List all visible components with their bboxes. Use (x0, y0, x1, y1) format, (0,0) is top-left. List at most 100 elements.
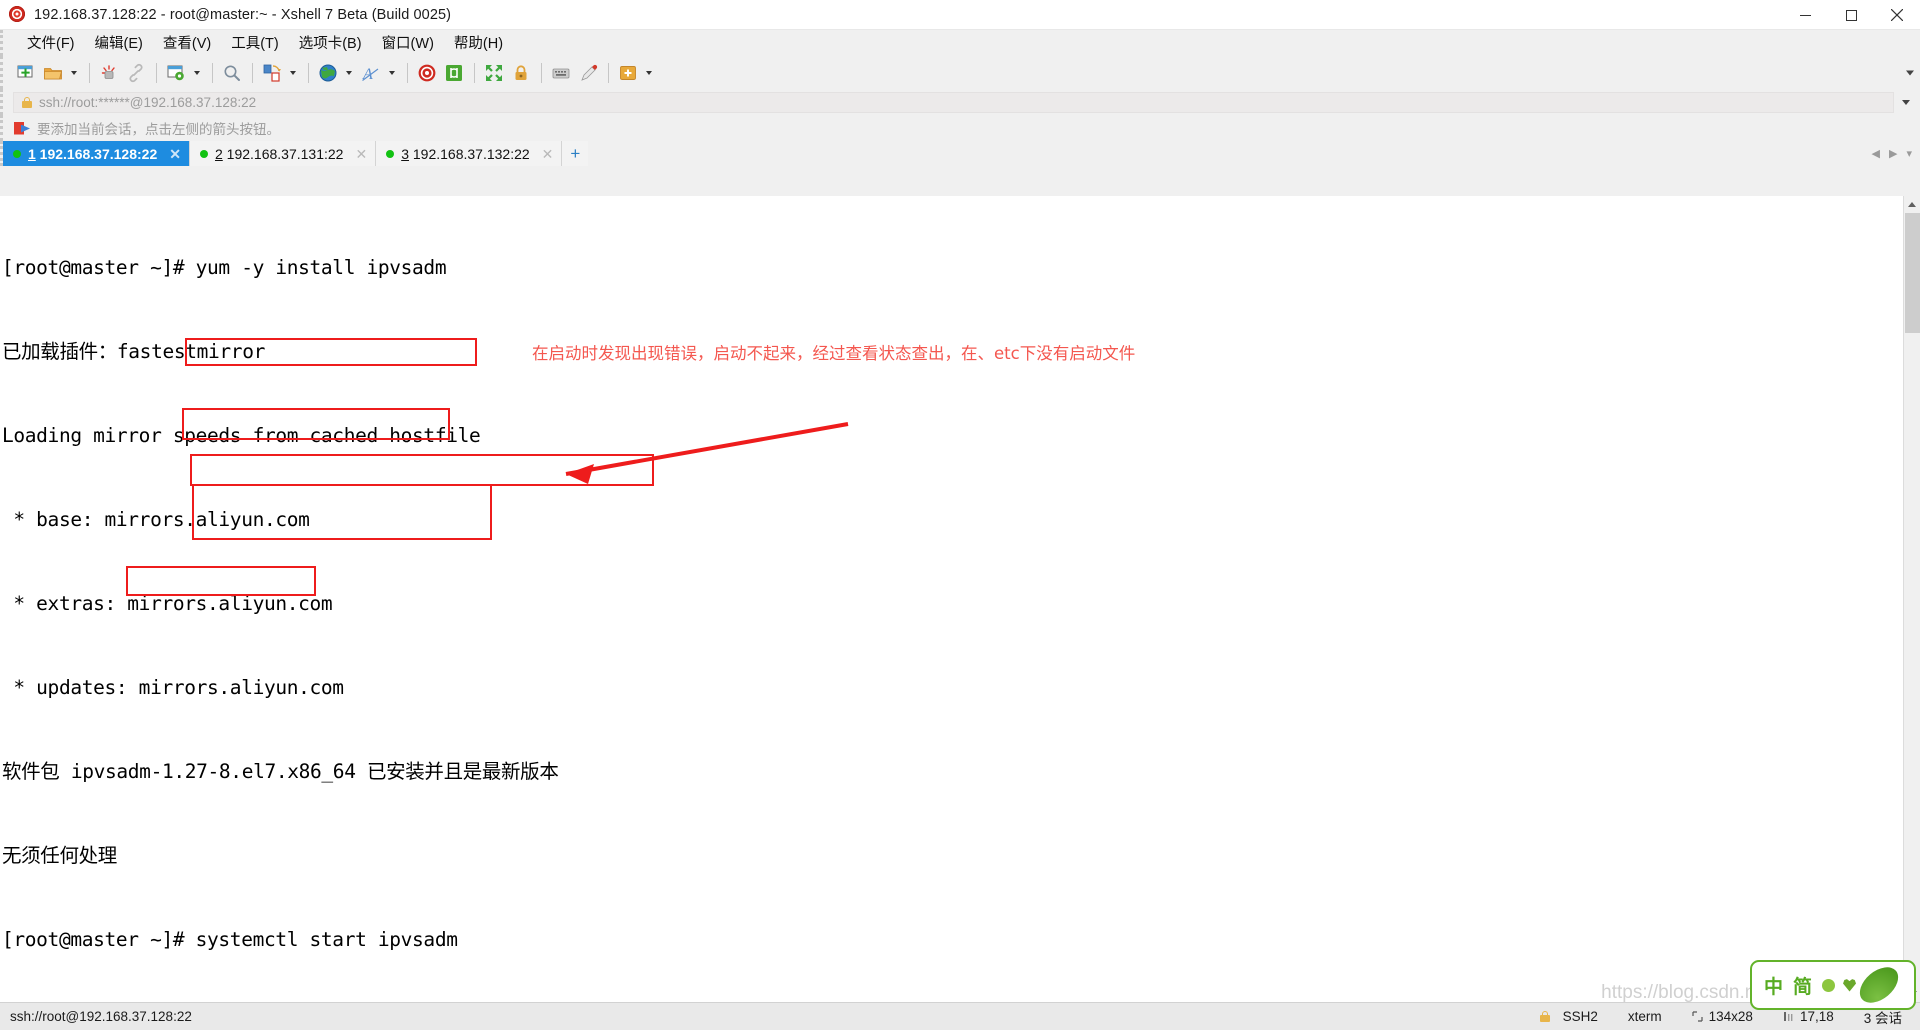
connected-dot-icon (13, 149, 21, 158)
leaf-logo-icon (1847, 960, 1912, 1010)
favorites-hint-text: 要添加当前会话，点击左侧的箭头按钮。 (37, 122, 280, 137)
font-icon[interactable]: A (358, 60, 384, 86)
globe-dropdown-caret[interactable] (342, 60, 355, 86)
keyboard-icon[interactable] (548, 60, 574, 86)
open-folder-icon[interactable] (40, 60, 66, 86)
terminal-line: [root@master ~]# yum -y install ipvsadm (2, 256, 447, 279)
tab-2-label: 192.168.37.131:22 (222, 145, 344, 162)
tab-1-label: 192.168.37.128:22 (35, 145, 158, 162)
toolbar-separator (608, 62, 609, 83)
transfer-icon[interactable] (259, 60, 285, 86)
terminal-panel[interactable]: [root@master ~]# yum -y install ipvsadm … (0, 196, 1920, 1002)
sidebar-item-session-3[interactable]: 3 192.168.37.132:22 ✕ (376, 141, 563, 166)
session-tabbar: 1 192.168.37.128:22 ✕ 2 192.168.37.131:2… (0, 141, 1920, 166)
menu-window[interactable]: 窗口(W) (372, 30, 444, 56)
status-protocol: SSH2 (1562, 1009, 1598, 1024)
maximize-button[interactable] (1828, 0, 1874, 30)
menu-view[interactable]: 查看(V) (153, 30, 221, 56)
add-note-dropdown-caret[interactable] (642, 60, 655, 86)
close-button[interactable] (1874, 0, 1920, 30)
highlight-pen-icon[interactable] (575, 60, 601, 86)
tab-1-number: 1 (28, 145, 36, 162)
terminal-line: 已加载插件：fastestmirror (2, 340, 265, 363)
favorites-hint-bar: 要添加当前会话，点击左侧的箭头按钮。 (0, 115, 1920, 141)
statusbar: ssh://root@192.168.37.128:22 SSH2 xterm … (0, 1002, 1920, 1030)
terminal-line: Loading mirror speeds from cached hostfi… (2, 424, 481, 447)
toolbar-separator (308, 62, 309, 83)
heart-icon[interactable] (1843, 979, 1857, 992)
status-size-group: 134x28 (1692, 1009, 1753, 1024)
menu-tools[interactable]: 工具(T) (221, 30, 289, 56)
menu-edit[interactable]: 编辑(E) (85, 30, 153, 56)
link-icon[interactable] (123, 60, 149, 86)
sidebar-item-session-2[interactable]: 2 192.168.37.131:22 ✕ (189, 141, 377, 166)
menu-tab[interactable]: 选项卡(B) (289, 30, 372, 56)
status-cursor-position: 17,18 (1799, 1009, 1834, 1024)
tab-3-label: 192.168.37.132:22 (408, 145, 530, 162)
ime-shape-label[interactable]: 简 (1793, 972, 1812, 999)
toolbar-separator (89, 62, 90, 83)
status-session-url: ssh://root@192.168.37.128:22 (10, 1009, 192, 1024)
minimize-button[interactable] (1782, 0, 1828, 30)
terminal-line: * updates: mirrors.aliyun.com (2, 676, 344, 699)
add-note-icon[interactable] (615, 60, 641, 86)
tab-scroll-right-icon[interactable]: ▶ (1889, 147, 1897, 160)
status-terminal-size: 134x28 (1708, 1009, 1753, 1024)
session-properties-dropdown-caret[interactable] (190, 60, 203, 86)
resize-icon (1692, 1011, 1703, 1022)
globe-icon[interactable] (315, 60, 341, 86)
window-title: 192.168.37.128:22 - root@master:~ - Xshe… (34, 6, 452, 23)
disconnect-icon[interactable] (96, 60, 122, 86)
ime-mode-label[interactable]: 中 (1764, 972, 1783, 999)
lock-icon (1539, 1011, 1550, 1022)
connected-dot-icon (386, 149, 395, 158)
terminal-line: 无须任何处理 (2, 844, 117, 867)
new-session-icon[interactable] (13, 60, 39, 86)
open-folder-dropdown-caret[interactable] (67, 60, 80, 86)
menu-help[interactable]: 帮助(H) (444, 30, 513, 56)
lock-icon[interactable] (508, 60, 534, 86)
session-url-value: ssh://root:******@192.168.37.128:22 (39, 94, 257, 110)
tab-2-number: 2 (214, 145, 223, 162)
status-protocol-group: SSH2 (1539, 1009, 1598, 1024)
toolbar-separator (252, 62, 253, 83)
toolbar-separator (407, 62, 408, 83)
chevron-down-icon[interactable] (1902, 99, 1910, 105)
menu-file[interactable]: 文件(F) (17, 30, 85, 56)
toolbar-overflow-caret[interactable] (1906, 70, 1914, 75)
tab-scroll-left-icon[interactable]: ◀ (1872, 147, 1880, 160)
cursor-pos-icon (1783, 1012, 1793, 1021)
tab-3-close-icon[interactable]: ✕ (542, 147, 554, 161)
scroll-up-icon[interactable] (1904, 196, 1920, 213)
sidebar-item-session-1[interactable]: 1 192.168.37.128:22 ✕ (3, 141, 190, 166)
status-term-type: xterm (1627, 1009, 1662, 1024)
session-properties-icon[interactable] (163, 60, 189, 86)
bookmark-flag-icon (14, 121, 30, 135)
tab-list-menu-icon[interactable]: ▾ (1906, 147, 1912, 160)
toolbar: A (0, 56, 1920, 89)
window-titlebar: 192.168.37.128:22 - root@master:~ - Xshe… (0, 0, 1920, 30)
terminal-scrollbar[interactable] (1903, 196, 1920, 1002)
terminal-line: * extras: mirrors.aliyun.com (2, 592, 333, 615)
scrollbar-thumb[interactable] (1905, 213, 1920, 333)
font-dropdown-caret[interactable] (385, 60, 398, 86)
transfer-dropdown-caret[interactable] (286, 60, 299, 86)
lock-icon (22, 96, 32, 108)
toolbar-separator (541, 62, 542, 83)
moon-icon[interactable] (1822, 978, 1836, 992)
find-icon[interactable] (219, 60, 245, 86)
toolbar-separator (474, 62, 475, 83)
xshell-icon[interactable] (414, 60, 440, 86)
address-bar: ssh://root:******@192.168.37.128:22 (0, 89, 1920, 115)
ime-floating-bar[interactable]: 中 简 (1750, 960, 1916, 1010)
window-controls (1782, 0, 1920, 30)
tab-nav-controls: ◀ ▶ ▾ (1871, 141, 1918, 166)
menubar: 文件(F) 编辑(E) 查看(V) 工具(T) 选项卡(B) 窗口(W) 帮助(… (0, 30, 1920, 56)
fullscreen-icon[interactable] (481, 60, 507, 86)
new-tab-button[interactable]: + (562, 141, 589, 166)
tab-1-close-icon[interactable]: ✕ (169, 147, 181, 161)
terminal-line: [root@master ~]# systemctl start ipvsadm (2, 928, 458, 951)
xftp-icon[interactable] (441, 60, 467, 86)
tab-2-close-icon[interactable]: ✕ (355, 147, 367, 161)
session-url-input[interactable]: ssh://root:******@192.168.37.128:22 (13, 91, 1894, 113)
